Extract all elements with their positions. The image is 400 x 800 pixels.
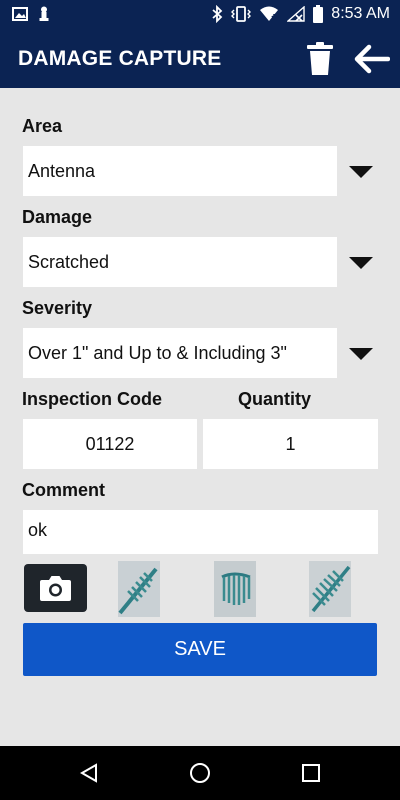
- trash-icon[interactable]: [306, 42, 334, 76]
- system-nav-bar: [0, 746, 400, 800]
- nav-recents-icon[interactable]: [302, 764, 320, 782]
- status-time: 8:53 AM: [331, 5, 390, 22]
- status-bar: 8:53 AM: [0, 0, 400, 30]
- photo-thumbnail[interactable]: [118, 561, 160, 617]
- bluetooth-icon: [212, 5, 223, 23]
- wifi-icon: [260, 6, 279, 21]
- comment-label: Comment: [22, 480, 106, 500]
- comment-value: ok: [28, 520, 48, 540]
- camera-icon: [40, 576, 71, 601]
- page-title: DAMAGE CAPTURE: [18, 47, 222, 70]
- arrow-left-icon[interactable]: [354, 44, 390, 74]
- inspection-code-value: 01122: [85, 434, 135, 454]
- damage-value: Scratched: [28, 252, 110, 272]
- severity-value: Over 1" and Up to & Including 3": [28, 343, 287, 363]
- area-select[interactable]: Antenna: [23, 146, 337, 196]
- damage-select[interactable]: Scratched: [23, 237, 337, 287]
- nav-home-icon[interactable]: [189, 762, 211, 784]
- severity-label: Severity: [22, 298, 93, 318]
- severity-select[interactable]: Over 1" and Up to & Including 3": [23, 328, 337, 378]
- quantity-input[interactable]: 1: [203, 419, 378, 469]
- damage-label: Damage: [22, 207, 93, 227]
- quantity-label: Quantity: [238, 389, 312, 409]
- vibrate-icon: [231, 6, 252, 22]
- quantity-value: 1: [285, 434, 296, 454]
- battery-icon: [313, 5, 324, 23]
- photo-thumbnail[interactable]: [309, 561, 351, 617]
- image-notification-icon: [12, 7, 28, 21]
- app-bar: DAMAGE CAPTURE: [0, 30, 400, 88]
- photo-thumbnail[interactable]: [214, 561, 256, 617]
- comment-input[interactable]: ok: [23, 510, 378, 554]
- area-value: Antenna: [28, 161, 96, 181]
- nav-back-icon[interactable]: [79, 763, 99, 783]
- camera-button[interactable]: [24, 564, 87, 612]
- save-button[interactable]: SAVE: [23, 623, 377, 676]
- damage-dropdown-arrow-icon[interactable]: [349, 257, 373, 269]
- inspection-code-input[interactable]: 01122: [23, 419, 197, 469]
- inspection-code-label: Inspection Code: [22, 389, 163, 409]
- no-signal-icon: [287, 6, 305, 22]
- area-label: Area: [22, 116, 63, 136]
- chess-piece-notification-icon: [39, 6, 49, 21]
- severity-dropdown-arrow-icon[interactable]: [349, 348, 373, 360]
- area-dropdown-arrow-icon[interactable]: [349, 166, 373, 178]
